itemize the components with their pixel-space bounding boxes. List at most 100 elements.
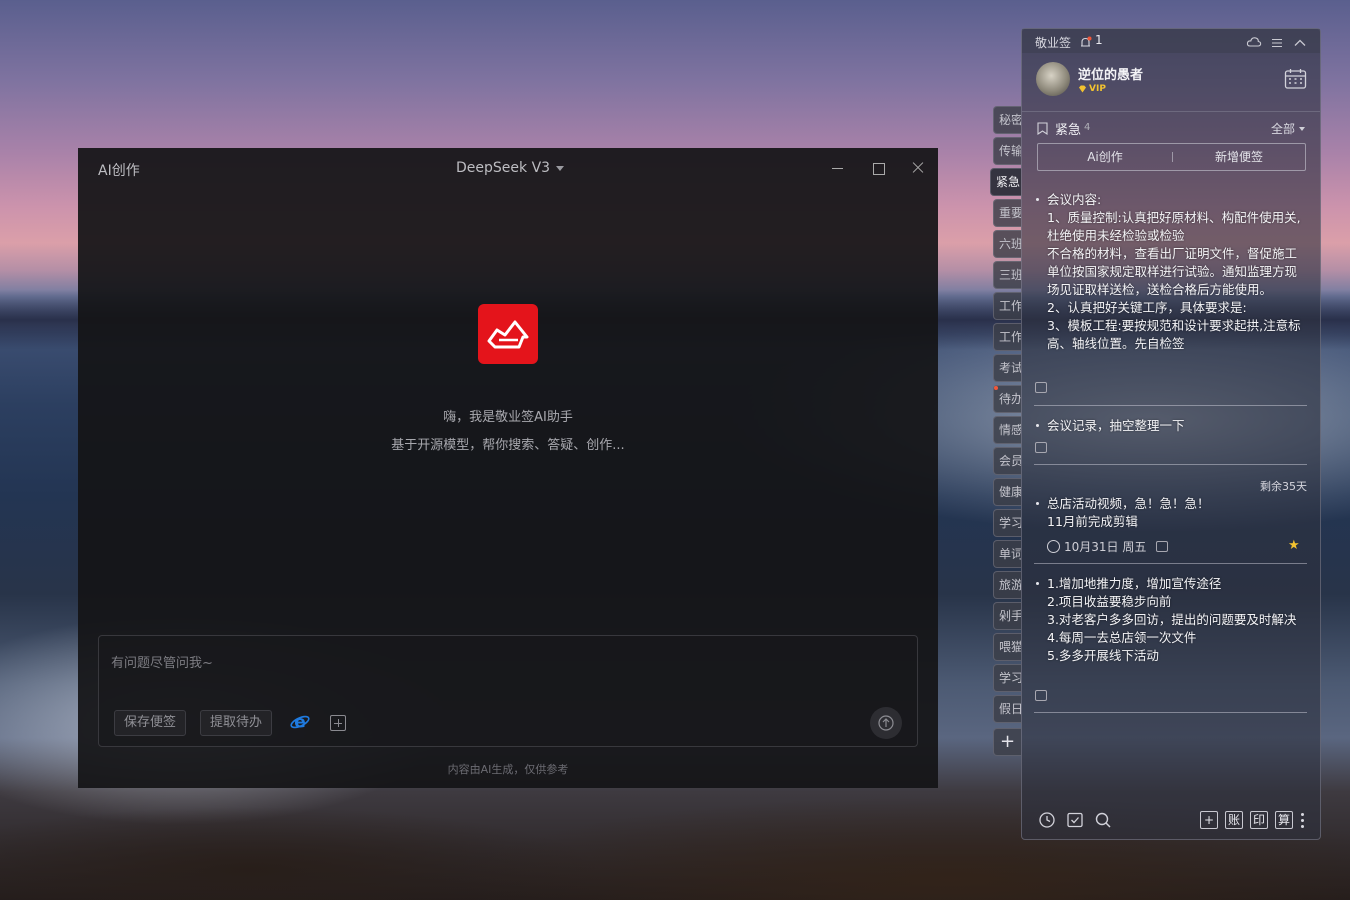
bell-icon[interactable] [1079, 34, 1092, 47]
note-line: 5.多多开展线下活动 [1047, 648, 1159, 663]
print-button[interactable]: 印 [1250, 811, 1268, 829]
vip-badge: VIP [1078, 84, 1106, 94]
category-tab[interactable]: 紧急 [990, 168, 1021, 196]
remaining-days: 剩余35天 [1260, 480, 1307, 493]
bullet-icon [1036, 198, 1039, 201]
user-header: 逆位的愚者 VIP [1022, 53, 1320, 111]
prompt-box: 保存便签 提取待办 e [98, 635, 918, 747]
note-line: 会议记录，抽空整理一下 [1047, 418, 1185, 433]
category-tab[interactable]: 工作 [993, 292, 1021, 320]
assistant-logo-icon [478, 304, 538, 364]
divider [1034, 464, 1307, 465]
chevron-up-icon[interactable] [1293, 34, 1307, 46]
note-line: 不合格的材料，查看出厂证明文件，督促施工单位按国家规定取样进行试验。通知监理方现… [1047, 246, 1298, 297]
menu-icon[interactable] [1271, 34, 1283, 48]
notes-toolbar: + 账 印 算 [1022, 807, 1320, 835]
ai-window: AI创作 DeepSeek V3 嗨，我是敬业签AI助手 基于开源模型，帮你搜索… [78, 148, 938, 788]
new-note-button[interactable]: 新增便签 [1172, 144, 1306, 170]
ai-titlebar[interactable]: AI创作 DeepSeek V3 [78, 148, 938, 188]
note-line: 3、模板工程:要按规范和设计要求起拱,注意标高、轴线位置。先自检签 [1047, 318, 1301, 351]
maximize-button[interactable] [868, 158, 888, 178]
bookmark-icon [1037, 120, 1048, 136]
category-tab[interactable]: 传输 [993, 137, 1021, 165]
filter-label: 全部 [1271, 122, 1296, 136]
category-tab[interactable]: 会员 [993, 447, 1021, 475]
extract-todo-button[interactable]: 提取待办 [200, 710, 273, 736]
search-icon[interactable] [1094, 811, 1112, 829]
add-category-button[interactable]: + [993, 728, 1021, 756]
divider [1034, 405, 1307, 406]
category-tab[interactable]: 考试 [993, 354, 1021, 382]
category-tab[interactable]: 喂猫 [993, 633, 1021, 661]
prompt-input[interactable] [111, 650, 891, 676]
category-tab[interactable]: 六班 [993, 230, 1021, 258]
note-line: 1.增加地推力度，增加宣传途径 [1047, 576, 1222, 591]
note-line: 2.项目收益要稳步向前 [1047, 594, 1172, 609]
model-selector[interactable]: DeepSeek V3 [456, 160, 565, 176]
note-item[interactable]: 总店活动视频，急！急！急！ 11月前完成剪辑 [1034, 495, 1308, 531]
diamond-icon [1079, 85, 1086, 93]
note-date-text: 10月31日 周五 [1064, 540, 1147, 554]
close-button[interactable] [908, 158, 928, 178]
note-line: 总店活动视频，急！急！急！ [1047, 496, 1210, 511]
clock-icon [1047, 540, 1060, 553]
avatar[interactable] [1036, 62, 1070, 96]
note-item[interactable]: 会议记录，抽空整理一下 [1034, 417, 1308, 435]
notification-count: 1 [1095, 33, 1103, 47]
unread-dot-icon [994, 386, 998, 390]
minimize-button[interactable] [828, 158, 848, 178]
ai-window-title: AI创作 [98, 163, 140, 179]
note-image-icon[interactable] [1035, 690, 1047, 701]
user-name[interactable]: 逆位的愚者 [1078, 64, 1143, 83]
category-tab[interactable]: 学习 [993, 509, 1021, 537]
category-count: 4 [1084, 122, 1091, 133]
divider [1034, 563, 1307, 564]
save-note-button[interactable]: 保存便签 [114, 710, 187, 736]
category-tab[interactable]: 秘密 [993, 106, 1021, 134]
note-line: 3.对老客户多多回访，提出的问题要及时解决 [1047, 612, 1297, 627]
category-tab[interactable]: 健康 [993, 478, 1021, 506]
clock-icon[interactable] [1038, 811, 1056, 829]
note-line: 会议内容: [1047, 192, 1102, 207]
note-item[interactable]: 1.增加地推力度，增加宣传途径 2.项目收益要稳步向前 3.对老客户多多回访，提… [1034, 575, 1308, 665]
note-item[interactable]: 会议内容: 1、质量控制:认真把好原材料、构配件使用关,杜绝使用未经检验或检验 … [1034, 191, 1308, 371]
cloud-sync-icon[interactable] [1246, 34, 1262, 48]
star-icon[interactable]: ★ [1288, 539, 1301, 552]
category-tab[interactable]: 旅游 [993, 571, 1021, 599]
add-note-button[interactable]: + [1200, 811, 1218, 829]
more-icon[interactable] [1301, 811, 1305, 829]
note-line: 4.每周一去总店领一次文件 [1047, 630, 1197, 645]
assistant-greeting: 嗨，我是敬业签AI助手 [443, 410, 573, 425]
note-image-icon[interactable] [1035, 442, 1047, 453]
ai-create-button[interactable]: Ai创作 [1038, 144, 1172, 170]
note-image-icon[interactable] [1035, 382, 1047, 393]
category-tab[interactable]: 学习 [993, 664, 1021, 692]
vip-label: VIP [1089, 84, 1106, 94]
model-name: DeepSeek V3 [456, 160, 551, 176]
notes-panel: 敬业签 1 逆位的愚者 VIP 紧急 4 全部 Ai创作 新增便签 会议内容: … [1021, 28, 1321, 840]
ledger-button[interactable]: 账 [1225, 811, 1243, 829]
calculator-button[interactable]: 算 [1275, 811, 1293, 829]
category-tab[interactable]: 剁手 [993, 602, 1021, 630]
note-actions: Ai创作 新增便签 [1037, 143, 1306, 171]
category-tab[interactable]: 工作 [993, 323, 1021, 351]
web-search-icon[interactable]: e [290, 712, 310, 733]
assistant-subtitle: 基于开源模型，帮你搜索、答疑、创作... [391, 438, 625, 453]
category-tab[interactable]: 三班 [993, 261, 1021, 289]
note-line: 1、质量控制:认真把好原材料、构配件使用关,杜绝使用未经检验或检验 [1047, 210, 1301, 243]
bullet-icon [1036, 582, 1039, 585]
note-date: 10月31日 周五 [1047, 538, 1169, 555]
category-tab[interactable]: 重要 [993, 199, 1021, 227]
notes-titlebar[interactable]: 敬业签 1 [1022, 29, 1320, 53]
ai-disclaimer: 内容由AI生成，仅供参考 [447, 763, 569, 776]
bullet-icon [1036, 502, 1039, 505]
filter-dropdown[interactable]: 全部 [1271, 120, 1306, 137]
note-image-icon[interactable] [1156, 541, 1169, 552]
send-button[interactable] [870, 707, 902, 739]
checklist-icon[interactable] [1066, 811, 1084, 829]
category-tab[interactable]: 情感 [993, 416, 1021, 444]
category-tab[interactable]: 假日 [993, 695, 1021, 723]
calendar-icon[interactable] [1284, 68, 1307, 90]
category-tab[interactable]: 单词 [993, 540, 1021, 568]
add-attachment-icon[interactable] [330, 715, 346, 731]
